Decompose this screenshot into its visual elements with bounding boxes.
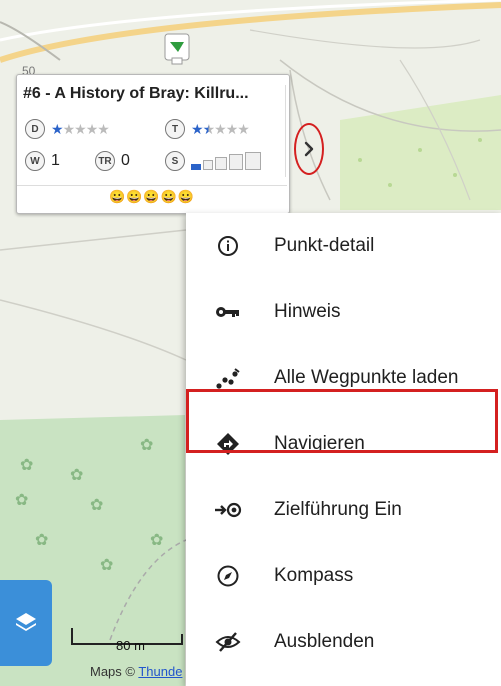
trackables-stat: TR 0 <box>95 149 130 173</box>
popup-divider <box>17 185 287 186</box>
map-credit: Maps © Thunde <box>90 664 183 679</box>
menu-item-label: Ausblenden <box>274 631 375 652</box>
guidance-icon <box>214 496 242 524</box>
difficulty-badge: D <box>25 119 45 139</box>
menu-item-label: Hinweis <box>274 301 341 322</box>
size-indicator <box>191 152 261 170</box>
expand-menu-button[interactable] <box>294 123 324 175</box>
svg-text:✿: ✿ <box>15 492 28 509</box>
popup-divider <box>285 85 286 177</box>
credit-link[interactable]: Thunde <box>138 664 182 679</box>
svg-text:✿: ✿ <box>90 497 103 514</box>
waypoints-stat: W 1 <box>25 149 60 173</box>
waypoints-badge: W <box>25 151 45 171</box>
menu-item-kompass[interactable]: Kompass <box>186 543 501 609</box>
scale-label: 80 m <box>116 638 145 653</box>
cache-title: #6 - A History of Bray: Killru... <box>23 85 249 102</box>
hide-icon <box>214 628 242 656</box>
menu-item-label: Alle Wegpunkte laden <box>274 367 459 388</box>
menu-item-zielfuehrung-ein[interactable]: Zielführung Ein <box>186 477 501 543</box>
highlight-circle <box>294 123 324 175</box>
svg-text:✿: ✿ <box>20 457 33 474</box>
menu-item-punkt-detail[interactable]: Punkt-detail <box>186 213 501 279</box>
layers-button[interactable] <box>0 580 52 666</box>
svg-text:✿: ✿ <box>70 467 83 484</box>
size-stat: S <box>165 149 261 173</box>
svg-text:✿: ✿ <box>150 532 163 549</box>
difficulty-stat: D ★★★★★ <box>25 117 110 141</box>
rating-emojis: 😀😀😀😀😀 <box>109 189 195 204</box>
info-icon <box>214 232 242 260</box>
menu-item-label: Punkt-detail <box>274 235 375 256</box>
terrain-badge: T <box>165 119 185 139</box>
terrain-stat: T ★★★★★ <box>165 117 250 141</box>
waypoints-count: 1 <box>51 152 60 169</box>
size-badge: S <box>165 151 185 171</box>
terrain-stars: ★★★★★ <box>191 120 250 137</box>
menu-item-label: Zielführung Ein <box>274 499 402 520</box>
cache-info-popup[interactable]: #6 - A History of Bray: Killru... D ★★★★… <box>16 74 290 214</box>
highlight-box <box>186 389 498 453</box>
menu-item-label: Kompass <box>274 565 354 586</box>
svg-text:✿: ✿ <box>100 557 113 574</box>
trackables-count: 0 <box>121 152 130 169</box>
svg-text:✿: ✿ <box>35 532 48 549</box>
menu-item-hinweis[interactable]: Hinweis <box>186 279 501 345</box>
waypoints-icon <box>214 364 242 392</box>
cache-marker-icon[interactable] <box>164 33 190 65</box>
compass-icon <box>214 562 242 590</box>
layers-icon <box>16 613 36 631</box>
key-icon <box>214 298 242 326</box>
difficulty-stars: ★★★★★ <box>51 120 110 137</box>
svg-text:✿: ✿ <box>140 437 153 454</box>
trackables-badge: TR <box>95 151 115 171</box>
menu-item-ausblenden[interactable]: Ausblenden <box>186 609 501 675</box>
